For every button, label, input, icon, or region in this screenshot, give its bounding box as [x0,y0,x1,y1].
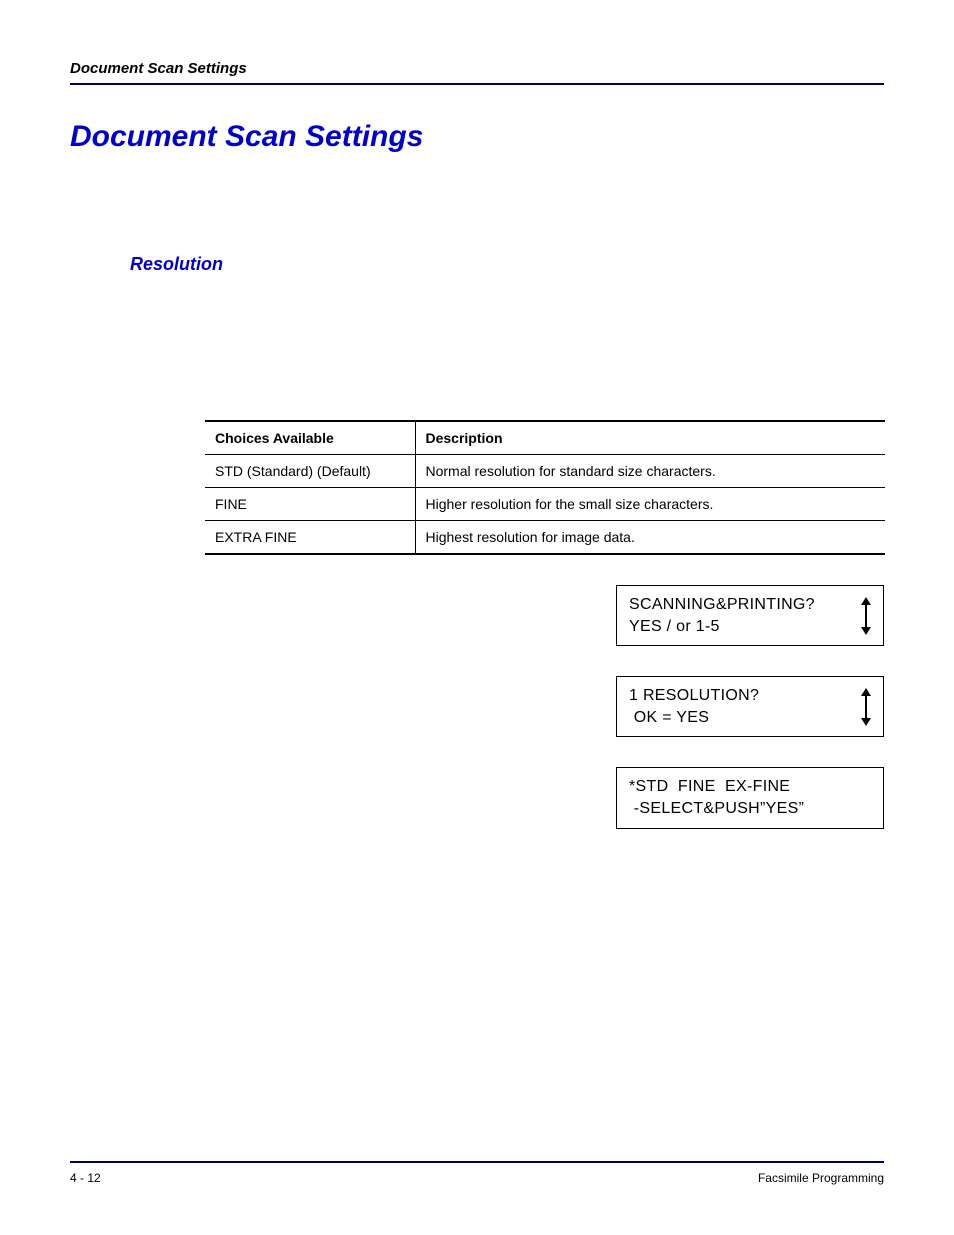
page-number: 4 - 12 [70,1171,101,1185]
cell-desc: Highest resolution for image data. [415,521,885,555]
lcd-text: 1 RESOLUTION? OK = YES [629,685,759,728]
lcd-display: SCANNING&PRINTING? YES / or 1-5 [616,585,884,646]
cell-choice: EXTRA FINE [205,521,415,555]
up-down-arrows-icon [859,688,873,726]
table-header-row: Choices Available Description [205,421,885,455]
running-header: Document Scan Settings [70,60,884,85]
table-row: FINE Higher resolution for the small siz… [205,488,885,521]
table-row: STD (Standard) (Default) Normal resoluti… [205,455,885,488]
table-row: EXTRA FINE Highest resolution for image … [205,521,885,555]
subheading-resolution: Resolution [130,254,884,275]
cell-desc: Normal resolution for standard size char… [415,455,885,488]
page-title: Document Scan Settings [70,120,884,154]
col-header-choices: Choices Available [205,421,415,455]
section-name: Facsimile Programming [758,1171,884,1185]
cell-choice: STD (Standard) (Default) [205,455,415,488]
cell-desc: Higher resolution for the small size cha… [415,488,885,521]
arrow-down-icon [861,627,871,635]
lcd-text: SCANNING&PRINTING? YES / or 1-5 [629,594,815,637]
lcd-display-stack: SCANNING&PRINTING? YES / or 1-5 1 RESOLU… [70,585,884,829]
lcd-display: 1 RESOLUTION? OK = YES [616,676,884,737]
col-header-description: Description [415,421,885,455]
lcd-display: *STD FINE EX-FINE -SELECT&PUSH”YES” [616,767,884,828]
lcd-text: *STD FINE EX-FINE -SELECT&PUSH”YES” [629,776,804,819]
cell-choice: FINE [205,488,415,521]
arrow-down-icon [861,718,871,726]
up-down-arrows-icon [859,597,873,635]
resolution-table: Choices Available Description STD (Stand… [205,420,885,555]
page-footer: 4 - 12 Facsimile Programming [70,1161,884,1185]
